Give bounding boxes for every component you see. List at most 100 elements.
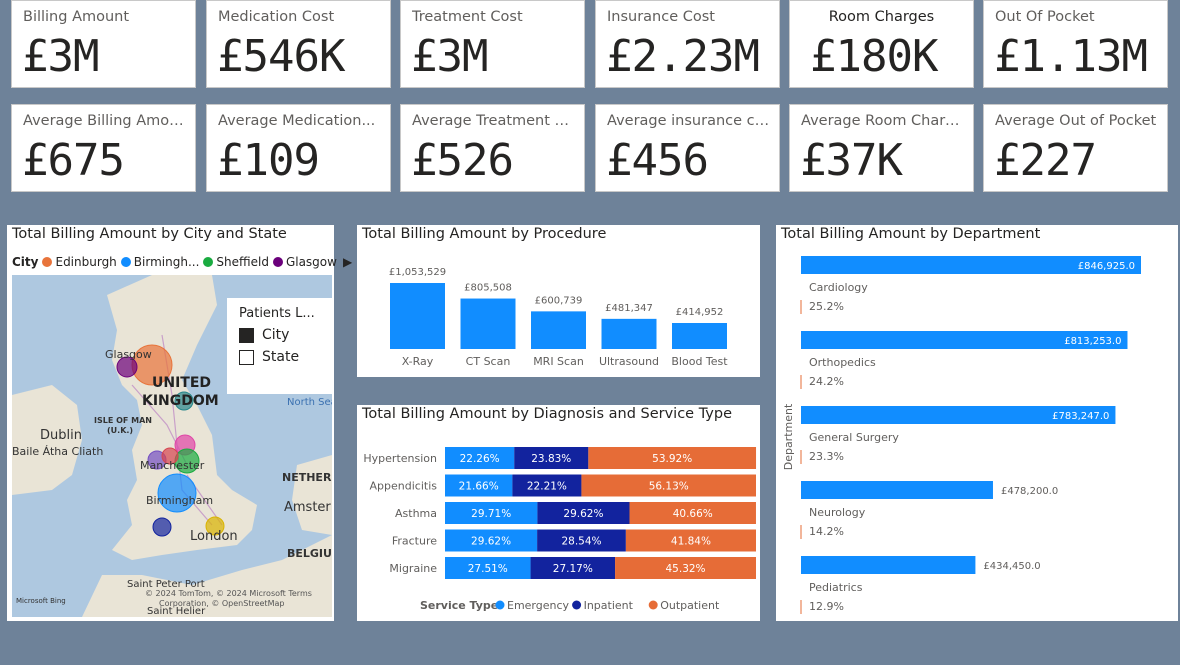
legend-item-sheffield[interactable]: Sheffield xyxy=(216,255,269,269)
segment-value-label: 56.13% xyxy=(649,481,689,493)
map-copyright[interactable]: © 2024 TomTom, © 2024 Microsoft Terms xyxy=(145,589,312,598)
kpi-value: £1.13M xyxy=(994,31,1148,82)
map-label-belgium: BELGIU xyxy=(287,547,332,560)
continent-landmass xyxy=(292,455,332,535)
map-copyright-line2: Corporation, © OpenStreetMap xyxy=(159,599,285,608)
kpi-label: Average Treatment Cost xyxy=(412,113,578,129)
bar-ct-scan[interactable] xyxy=(460,298,516,349)
kpi-label: Average Room Charges xyxy=(801,113,967,129)
map-label-dublin: Dublin xyxy=(40,428,82,443)
bar-value-label: £805,508 xyxy=(464,283,512,294)
legend-item-emergency: Emergency xyxy=(507,599,570,612)
map-legend: City Edinburgh Birmingh... Sheffield Gla… xyxy=(12,255,352,269)
kpi-label: Treatment Cost xyxy=(412,9,523,25)
layer-panel: Patients L... City State xyxy=(227,298,332,394)
map-canvas[interactable]: Glasgow UNITED KINGDOM North Sea Dublin … xyxy=(12,275,332,617)
map-label-netherlands: NETHERL xyxy=(282,471,332,484)
kpi-value: £227 xyxy=(994,135,1097,186)
kpi-card-insurance-cost[interactable]: Insurance Cost £2.23M xyxy=(595,0,780,88)
bar-pediatrics[interactable] xyxy=(801,556,976,574)
x-axis-tick-label: MRI Scan xyxy=(533,355,584,368)
segment-value-label: 21.66% xyxy=(459,481,499,493)
kpi-value: £109 xyxy=(217,135,320,186)
legend-dot-glasgow xyxy=(272,257,283,267)
kpi-value: £675 xyxy=(22,135,125,186)
checkbox-unchecked-icon[interactable] xyxy=(239,349,254,365)
x-axis-tick-label: X-Ray xyxy=(402,355,434,368)
segment-value-label: 29.62% xyxy=(471,536,511,548)
procedure-chart[interactable]: Total Billing Amount by Procedure £1,053… xyxy=(357,225,760,377)
kpi-card-medication-cost[interactable]: Medication Cost £546K xyxy=(206,0,391,88)
department-chart-plot: Department £846,925.0 Cardiology 25.2% £813,… xyxy=(782,256,1141,614)
bar-ultrasound[interactable] xyxy=(601,318,657,349)
kpi-card-average-room-charges[interactable]: Average Room Charges £37K xyxy=(789,104,974,192)
kpi-card-out-of-pocket[interactable]: Out Of Pocket £1.13M xyxy=(983,0,1168,88)
y-axis-tick-label: Appendicitis xyxy=(370,480,438,493)
category-label: Pediatrics xyxy=(809,581,863,594)
kpi-label: Room Charges xyxy=(828,9,935,25)
layer-option-label: City xyxy=(262,327,290,343)
kpi-card-billing-amount[interactable]: Billing Amount £3M xyxy=(11,0,196,88)
segment-value-label: 22.26% xyxy=(460,453,500,465)
bar-neurology[interactable] xyxy=(801,481,993,499)
bar-mri-scan[interactable] xyxy=(531,311,586,349)
kpi-value: £2.23M xyxy=(606,31,760,82)
kpi-value: £180K xyxy=(810,31,938,82)
bar-value-label: £783,247.0 xyxy=(1052,411,1109,422)
map-label-glasgow: Glasgow xyxy=(105,348,152,361)
department-chart[interactable]: Total Billing Amount by Department Depar… xyxy=(776,225,1178,621)
category-label: Cardiology xyxy=(809,281,868,294)
segment-value-label: 27.17% xyxy=(553,563,593,575)
y-axis-title: Department xyxy=(782,403,795,470)
layer-option-city[interactable]: City xyxy=(239,327,332,343)
legend-dot-inpatient xyxy=(572,600,582,610)
layer-panel-title: Patients L... xyxy=(239,306,315,321)
category-share-label: 14.2% xyxy=(809,525,844,538)
legend-item-birmingham[interactable]: Birmingh... xyxy=(134,255,200,269)
kpi-value: £3M xyxy=(411,31,488,82)
kpi-card-room-charges[interactable]: Room Charges £180K xyxy=(789,0,974,88)
diagnosis-chart[interactable]: Total Billing Amount by Diagnosis and Se… xyxy=(357,405,760,621)
bar-value-label: £813,253.0 xyxy=(1064,336,1121,347)
map-label-isle-of-man: ISLE OF MAN xyxy=(94,416,152,425)
legend-next-arrow-icon[interactable]: ▶ xyxy=(343,255,352,269)
legend-item-outpatient: Outpatient xyxy=(660,599,720,612)
bar-value-label: £434,450.0 xyxy=(983,561,1040,572)
category-share-label: 12.9% xyxy=(809,600,844,613)
map-label-manchester: Manchester xyxy=(140,459,205,472)
kpi-label: Average insurance cover xyxy=(607,113,773,129)
bar-value-label: £414,952 xyxy=(676,307,724,318)
checkbox-checked-icon[interactable] xyxy=(239,327,254,343)
map-label-uk-line2: KINGDOM xyxy=(142,393,219,409)
kpi-value: £3M xyxy=(22,31,99,82)
layer-option-state[interactable]: State xyxy=(239,349,332,365)
kpi-value: £546K xyxy=(217,31,345,82)
kpi-card-average-insurance-cover[interactable]: Average insurance cover £456 xyxy=(595,104,780,192)
legend-dot-edinburgh xyxy=(42,257,53,267)
segment-value-label: 23.83% xyxy=(531,453,571,465)
bar-value-label: £846,925.0 xyxy=(1078,261,1135,272)
x-axis-tick-label: Blood Test xyxy=(671,355,728,368)
bar-x-ray[interactable] xyxy=(390,283,445,349)
category-share-label: 24.2% xyxy=(809,375,844,388)
map-visual[interactable]: Total Billing Amount by City and State C… xyxy=(7,225,352,621)
bar-blood-test[interactable] xyxy=(672,323,727,349)
kpi-card-treatment-cost[interactable]: Treatment Cost £3M xyxy=(400,0,585,88)
segment-value-label: 45.32% xyxy=(666,563,706,575)
bing-logo: Microsoft Bing xyxy=(16,597,66,605)
segment-value-label: 53.92% xyxy=(652,453,692,465)
kpi-card-average-billing-amount[interactable]: Average Billing Amou... £675 xyxy=(11,104,196,192)
legend-dot-birmingham xyxy=(120,257,131,267)
kpi-card-average-medication-cost[interactable]: Average Medication... £109 xyxy=(206,104,391,192)
segment-value-label: 22.21% xyxy=(527,481,567,493)
kpi-label: Insurance Cost xyxy=(607,9,715,25)
y-axis-tick-label: Hypertension xyxy=(363,452,437,465)
legend-item-glasgow[interactable]: Glasgow xyxy=(286,255,337,269)
x-axis-tick-label: CT Scan xyxy=(466,355,511,368)
segment-value-label: 27.51% xyxy=(468,563,508,575)
procedure-chart-plot: £1,053,529 X-Ray £805,508 CT Scan £600,739 MR… xyxy=(389,267,728,368)
kpi-card-average-out-of-pocket[interactable]: Average Out of Pocket £227 xyxy=(983,104,1168,192)
segment-value-label: 29.71% xyxy=(471,508,511,520)
kpi-card-average-treatment-cost[interactable]: Average Treatment Cost £526 xyxy=(400,104,585,192)
legend-item-edinburgh[interactable]: Edinburgh xyxy=(55,255,116,269)
